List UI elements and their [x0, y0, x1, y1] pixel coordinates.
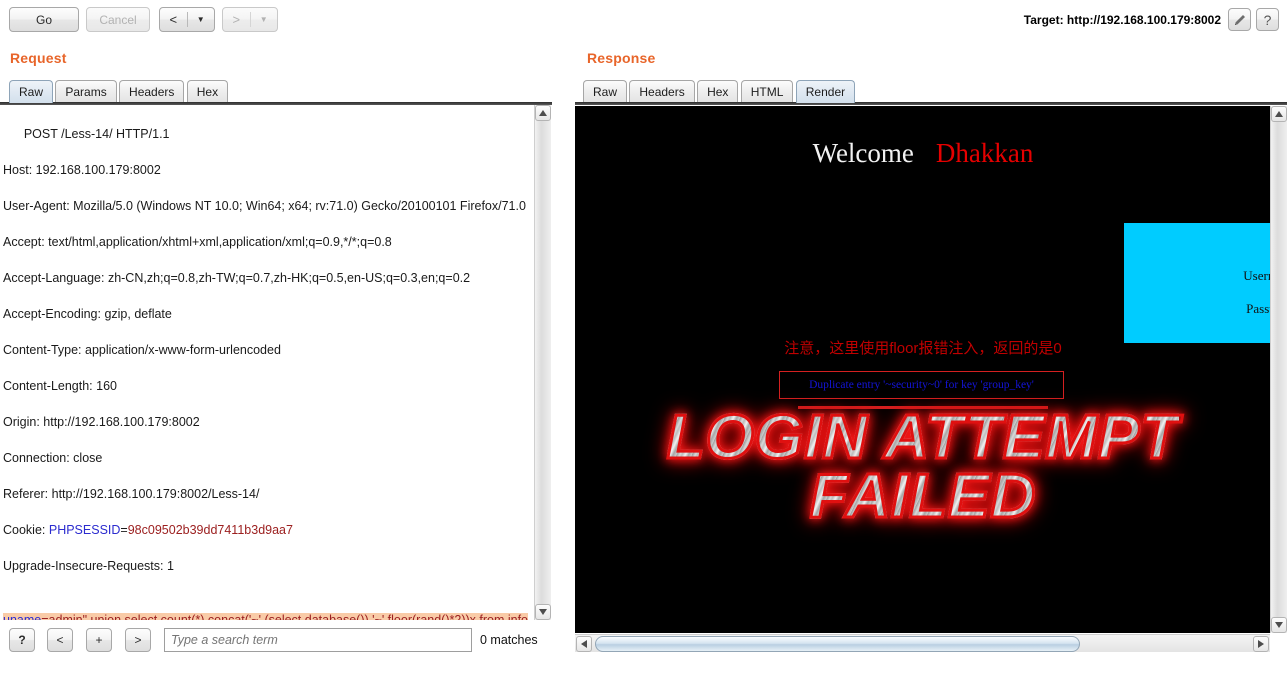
welcome-text: Welcome [812, 138, 914, 168]
injection-note: 注意，这里使用floor报错注入，返回的是0 [784, 340, 1062, 357]
target-label: Target: http://192.168.100.179:8002 [1023, 13, 1221, 27]
header-host: Host: 192.168.100.179:8002 [3, 163, 161, 177]
status-bar: Done https://blog.csdn.net/... 1,698 byt… [0, 656, 1287, 684]
find-previous-button[interactable]: < [47, 628, 73, 652]
chevron-down-icon[interactable]: ▼ [251, 15, 278, 24]
request-line: POST /Less-14/ HTTP/1.1 [23, 127, 170, 141]
find-add-button[interactable]: + [86, 628, 112, 652]
response-vertical-scrollbar[interactable] [1270, 106, 1287, 633]
sql-error-text: Duplicate entry '~security~0' for key 'g… [809, 379, 1034, 391]
panel-divider[interactable] [552, 44, 575, 656]
match-count-label: 0 matches [480, 633, 538, 647]
scroll-right-icon[interactable] [1253, 636, 1269, 652]
scroll-left-icon[interactable] [576, 636, 592, 652]
request-raw-text[interactable]: POST /Less-14/ HTTP/1.1 Host: 192.168.10… [3, 107, 531, 620]
forward-button[interactable]: > ▼ [222, 7, 278, 32]
request-tabs: Raw Params Headers Hex [9, 80, 229, 103]
scroll-up-icon[interactable] [1271, 106, 1287, 122]
tab-request-raw[interactable]: Raw [9, 80, 54, 103]
request-vertical-scrollbar[interactable] [534, 105, 551, 620]
header-upgrade-insecure: Upgrade-Insecure-Requests: 1 [3, 559, 174, 573]
find-help-button[interactable]: ? [9, 628, 35, 652]
back-button[interactable]: < ▼ [159, 7, 215, 32]
forward-arrow-icon: > [232, 12, 241, 27]
find-next-button[interactable]: > [125, 628, 151, 652]
response-horizontal-scrollbar[interactable] [575, 634, 1270, 652]
tab-response-headers[interactable]: Headers [629, 80, 695, 103]
header-accept: Accept: text/html,application/xhtml+xml,… [3, 235, 392, 249]
param-uname-name: uname [3, 613, 42, 620]
fail-line-2: FAILED [808, 461, 1037, 531]
pencil-icon[interactable] [1228, 8, 1251, 31]
tab-request-hex[interactable]: Hex [186, 80, 229, 103]
request-find-bar: ? < + > 0 matches [0, 624, 552, 656]
response-tab-underline [575, 102, 1287, 105]
request-panel-title: Request [10, 50, 67, 66]
request-editor[interactable]: POST /Less-14/ HTTP/1.1 Host: 192.168.10… [0, 105, 552, 620]
help-icon[interactable]: ? [1256, 8, 1279, 31]
brand-text: Dhakkan [935, 138, 1034, 168]
cookie-name: PHPSESSID [48, 523, 121, 537]
cancel-button[interactable]: Cancel [86, 7, 150, 32]
header-content-type: Content-Type: application/x-www-form-url… [3, 343, 281, 357]
header-referer: Referer: http://192.168.100.179:8002/Les… [3, 487, 260, 501]
param-uname-value: =admin" union select count(*),concat('~'… [41, 613, 528, 620]
response-render-view[interactable]: Welcome Dhakkan Username Password 注意，这里使用… [575, 106, 1271, 633]
header-accept-language: Accept-Language: zh-CN,zh;q=0.8,zh-TW;q=… [3, 271, 471, 285]
response-panel-title: Response [587, 50, 656, 66]
username-label: Username [1243, 268, 1271, 283]
welcome-heading: Welcome Dhakkan [575, 138, 1271, 169]
header-user-agent: User-Agent: Mozilla/5.0 (Windows NT 10.0… [3, 199, 526, 213]
scrollbar-thumb[interactable] [595, 636, 1080, 652]
chevron-down-icon[interactable]: ▼ [188, 15, 215, 24]
cookie-equals: = [120, 523, 128, 537]
tab-response-raw[interactable]: Raw [583, 80, 628, 103]
burp-repeater-window: Go Cancel < ▼ > ▼ Target: http://192.168… [0, 0, 1287, 684]
cookie-value: 98c09502b39dd7411b3d9aa7 [127, 523, 293, 537]
header-accept-encoding: Accept-Encoding: gzip, deflate [3, 307, 172, 321]
top-toolbar: Go Cancel < ▼ > ▼ Target: http://192.168… [0, 0, 1287, 38]
header-cookie-prefix: Cookie: [3, 523, 49, 537]
tab-response-html[interactable]: HTML [740, 80, 794, 103]
sql-error-box: Duplicate entry '~security~0' for key 'g… [779, 371, 1064, 399]
go-button[interactable]: Go [9, 7, 79, 32]
response-tabs: Raw Headers Hex HTML Render [583, 80, 856, 103]
back-arrow-icon: < [169, 12, 178, 27]
scroll-down-icon[interactable] [535, 604, 551, 620]
tab-request-headers[interactable]: Headers [119, 80, 185, 103]
password-label: Password [1246, 301, 1271, 316]
header-content-length: Content-Length: 160 [3, 379, 117, 393]
request-body-params[interactable]: uname=admin" union select count(*),conca… [3, 613, 528, 620]
search-input[interactable] [164, 628, 472, 652]
tab-request-params[interactable]: Params [55, 80, 117, 103]
tab-response-render[interactable]: Render [795, 80, 856, 103]
login-form-box: Username Password [1124, 223, 1271, 343]
fail-line-1: LOGIN ATTEMPT [665, 403, 1180, 472]
header-connection: Connection: close [3, 451, 103, 465]
scroll-up-icon[interactable] [535, 105, 551, 121]
scroll-down-icon[interactable] [1271, 617, 1287, 633]
tab-response-hex[interactable]: Hex [697, 80, 739, 103]
login-failed-banner: LOGIN ATTEMPT FAILED [575, 403, 1271, 531]
header-origin: Origin: http://192.168.100.179:8002 [3, 415, 200, 429]
